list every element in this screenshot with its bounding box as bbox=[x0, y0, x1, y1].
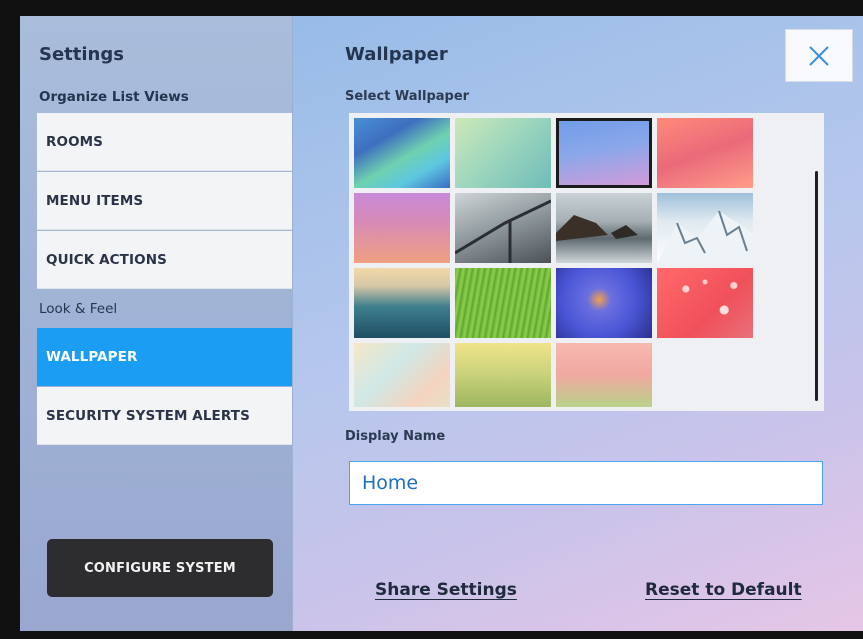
settings-window: Settings Organize List Views ROOMS MENU … bbox=[20, 16, 863, 631]
wallpaper-thumb[interactable] bbox=[354, 343, 450, 407]
sidebar-item-wallpaper[interactable]: WALLPAPER bbox=[37, 328, 292, 386]
wallpaper-scrollbar[interactable] bbox=[815, 171, 818, 401]
configure-system-button[interactable]: CONFIGURE SYSTEM bbox=[47, 539, 273, 597]
reset-default-link[interactable]: Reset to Default bbox=[645, 580, 802, 600]
wallpaper-thumb[interactable] bbox=[455, 268, 551, 338]
wallpaper-thumb[interactable] bbox=[354, 268, 450, 338]
wallpaper-thumb[interactable] bbox=[657, 193, 753, 263]
section-look-label: Look & Feel bbox=[39, 301, 118, 317]
wallpaper-thumb[interactable] bbox=[354, 118, 450, 188]
wallpaper-thumb[interactable] bbox=[556, 193, 652, 263]
wallpaper-thumb[interactable] bbox=[657, 268, 753, 338]
close-button[interactable] bbox=[785, 29, 853, 82]
wallpaper-thumb[interactable] bbox=[455, 343, 551, 407]
wallpaper-thumb[interactable] bbox=[657, 118, 753, 188]
wallpaper-thumb[interactable] bbox=[354, 193, 450, 263]
display-name-input[interactable] bbox=[349, 461, 823, 505]
wallpaper-thumb[interactable] bbox=[556, 118, 652, 188]
section-organize-label: Organize List Views bbox=[39, 89, 189, 105]
sidebar-item-rooms[interactable]: ROOMS bbox=[37, 113, 292, 171]
wallpaper-thumb[interactable] bbox=[556, 268, 652, 338]
wallpaper-thumb[interactable] bbox=[556, 343, 652, 407]
sidebar-item-menu-items[interactable]: MENU ITEMS bbox=[37, 172, 292, 230]
share-settings-link[interactable]: Share Settings bbox=[375, 580, 517, 600]
wallpaper-thumb[interactable] bbox=[455, 118, 551, 188]
wallpaper-thumb[interactable] bbox=[454, 193, 552, 263]
display-name-label: Display Name bbox=[345, 429, 446, 444]
page-title: Wallpaper bbox=[345, 44, 448, 65]
sidebar-title: Settings bbox=[39, 44, 124, 65]
settings-sidebar: Settings Organize List Views ROOMS MENU … bbox=[20, 16, 293, 631]
sidebar-item-quick-actions[interactable]: QUICK ACTIONS bbox=[37, 231, 292, 289]
screen-frame: Settings Organize List Views ROOMS MENU … bbox=[0, 0, 863, 639]
wallpaper-grid bbox=[349, 113, 824, 411]
close-icon bbox=[809, 45, 829, 66]
sidebar-item-security-alerts[interactable]: SECURITY SYSTEM ALERTS bbox=[37, 387, 292, 445]
select-wallpaper-label: Select Wallpaper bbox=[345, 89, 470, 104]
